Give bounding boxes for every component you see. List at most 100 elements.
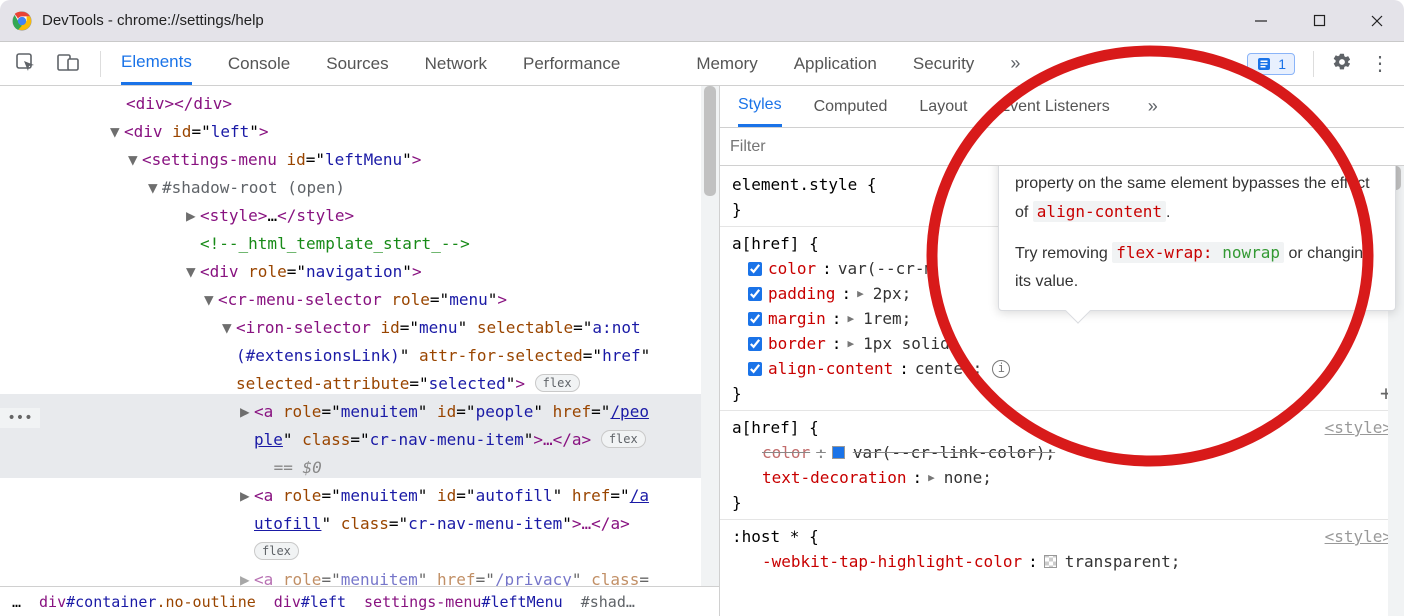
rule-selector[interactable]: a[href] { (732, 418, 819, 437)
breadcrumb-overflow[interactable]: … (12, 593, 21, 611)
filter-bar (720, 128, 1404, 166)
dom-node[interactable]: <iron-selector (236, 318, 381, 337)
subtab-computed[interactable]: Computed (814, 86, 888, 127)
tab-memory[interactable]: Memory (696, 42, 757, 85)
flex-badge[interactable]: flex (601, 430, 646, 448)
breadcrumb-item[interactable]: settings-menu#leftMenu (364, 593, 563, 611)
rule-selector[interactable]: :host * { (732, 527, 819, 546)
dom-node[interactable]: <cr-menu-selector (218, 290, 391, 309)
color-swatch[interactable] (1044, 555, 1057, 568)
prop-name[interactable]: margin (768, 306, 826, 331)
flex-badge[interactable]: flex (254, 542, 299, 560)
dom-node[interactable]: <a (254, 486, 283, 505)
styles-pane[interactable]: element.style { } a[href] { color: var(-… (720, 166, 1404, 616)
expand-tri-icon[interactable]: ▶ (847, 331, 854, 356)
prop-name[interactable]: border (768, 331, 826, 356)
style-rule[interactable]: <style> :host * { -webkit-tap-highlight-c… (732, 524, 1392, 574)
tabs-overflow-icon[interactable]: » (1010, 53, 1020, 74)
expand-tri-icon[interactable]: ▶ (847, 306, 854, 331)
color-swatch[interactable] (832, 446, 845, 459)
subtab-layout[interactable]: Layout (919, 86, 967, 127)
expand-tri-icon[interactable]: ▶ (857, 281, 864, 306)
expand-icon[interactable]: ▶ (240, 566, 254, 586)
prop-name[interactable]: text-decoration (762, 465, 907, 490)
subtabs-overflow-icon[interactable]: » (1148, 96, 1158, 117)
prop-value[interactable]: transparent; (1065, 549, 1181, 574)
tab-network[interactable]: Network (425, 42, 487, 85)
dom-node[interactable]: <style> (200, 206, 267, 225)
prop-name[interactable]: color (762, 440, 810, 465)
flex-badge[interactable]: flex (535, 374, 580, 392)
prop-name[interactable]: padding (768, 281, 835, 306)
filter-input[interactable] (730, 138, 930, 156)
issues-button[interactable]: 1 (1247, 53, 1295, 75)
collapse-icon[interactable]: ▼ (148, 174, 162, 202)
subtab-styles[interactable]: Styles (738, 86, 782, 127)
href-link[interactable]: /a (630, 486, 649, 505)
prop-toggle-checkbox[interactable] (748, 287, 762, 301)
rule-source-link[interactable]: <style> (1325, 524, 1392, 549)
issues-count: 1 (1278, 56, 1286, 72)
breadcrumb-item[interactable]: div#left (274, 593, 346, 611)
prop-name[interactable]: align-content (768, 356, 893, 381)
expand-icon[interactable]: ▶ (186, 202, 200, 230)
tab-sources[interactable]: Sources (326, 42, 388, 85)
href-link[interactable]: utofill (254, 514, 321, 533)
window-controls (1252, 12, 1392, 30)
inspect-element-icon[interactable] (14, 51, 36, 76)
prop-value[interactable]: 1px solid; (863, 331, 959, 356)
minimize-button[interactable] (1252, 12, 1270, 30)
prop-toggle-checkbox[interactable] (748, 362, 762, 376)
collapse-icon[interactable]: ▼ (222, 314, 236, 342)
close-button[interactable] (1368, 12, 1386, 30)
styles-subtabs: Styles Computed Layout Event Listeners » (720, 86, 1404, 128)
panel-tabs: Elements Console Sources Network Perform… (121, 42, 1020, 85)
dom-node[interactable]: <div (200, 262, 248, 281)
tab-performance[interactable]: Performance (523, 42, 620, 85)
dom-node[interactable]: <div (124, 122, 172, 141)
device-toggle-icon[interactable] (56, 51, 80, 76)
tab-security[interactable]: Security (913, 42, 974, 85)
prop-value[interactable]: center; (915, 356, 982, 381)
prop-toggle-checkbox[interactable] (748, 337, 762, 351)
expand-icon[interactable]: ▶ (240, 398, 254, 426)
collapse-icon[interactable]: ▼ (186, 258, 200, 286)
href-link[interactable]: /privacy (495, 570, 572, 586)
rule-source-link[interactable]: <style> (1325, 415, 1392, 440)
breadcrumb-item[interactable]: #shad… (581, 593, 635, 611)
collapse-icon[interactable]: ▼ (128, 146, 142, 174)
dom-tree[interactable]: ••• <div></div> ▼<div id="left"> ▼<setti… (0, 86, 719, 586)
prop-value[interactable]: 1rem; (863, 306, 911, 331)
kebab-menu-icon[interactable]: ⋮ (1370, 61, 1390, 67)
style-rule[interactable]: <style>a[href] { color: var(--cr-link-co… (732, 415, 1392, 515)
settings-gear-icon[interactable] (1332, 52, 1352, 75)
maximize-button[interactable] (1310, 12, 1328, 30)
dom-node[interactable]: <settings-menu (142, 150, 287, 169)
dom-node[interactable]: <div></div> (126, 94, 232, 113)
expand-icon[interactable]: ▶ (240, 482, 254, 510)
prop-value[interactable]: 2px; (873, 281, 912, 306)
href-link[interactable]: ple (254, 430, 283, 449)
breadcrumb-trail[interactable]: … div#container.no-outline div#left sett… (0, 586, 719, 616)
tab-elements[interactable]: Elements (121, 42, 192, 85)
dom-node[interactable]: <a (254, 570, 283, 586)
info-icon[interactable]: i (992, 360, 1010, 378)
prop-name[interactable]: -webkit-tap-highlight-color (762, 549, 1022, 574)
prop-name[interactable]: color (768, 256, 816, 281)
dom-comment[interactable]: <!--_html_template_start_--> (200, 234, 470, 253)
href-link[interactable]: /peo (610, 402, 649, 421)
prop-toggle-checkbox[interactable] (748, 262, 762, 276)
subtab-event-listeners[interactable]: Event Listeners (999, 86, 1109, 127)
expand-tri-icon[interactable]: ▶ (928, 465, 935, 490)
tab-application[interactable]: Application (794, 42, 877, 85)
prop-value[interactable]: var(--cr-link-color); (853, 440, 1055, 465)
prop-value[interactable]: var(--cr-m (838, 256, 934, 281)
tab-console[interactable]: Console (228, 42, 290, 85)
prop-toggle-checkbox[interactable] (748, 312, 762, 326)
shadow-root-label[interactable]: #shadow-root (open) (162, 178, 345, 197)
collapse-icon[interactable]: ▼ (110, 118, 124, 146)
dom-node-selected[interactable]: <a (254, 402, 283, 421)
breadcrumb-item[interactable]: div#container.no-outline (39, 593, 256, 611)
prop-value[interactable]: none; (944, 465, 992, 490)
collapse-icon[interactable]: ▼ (204, 286, 218, 314)
